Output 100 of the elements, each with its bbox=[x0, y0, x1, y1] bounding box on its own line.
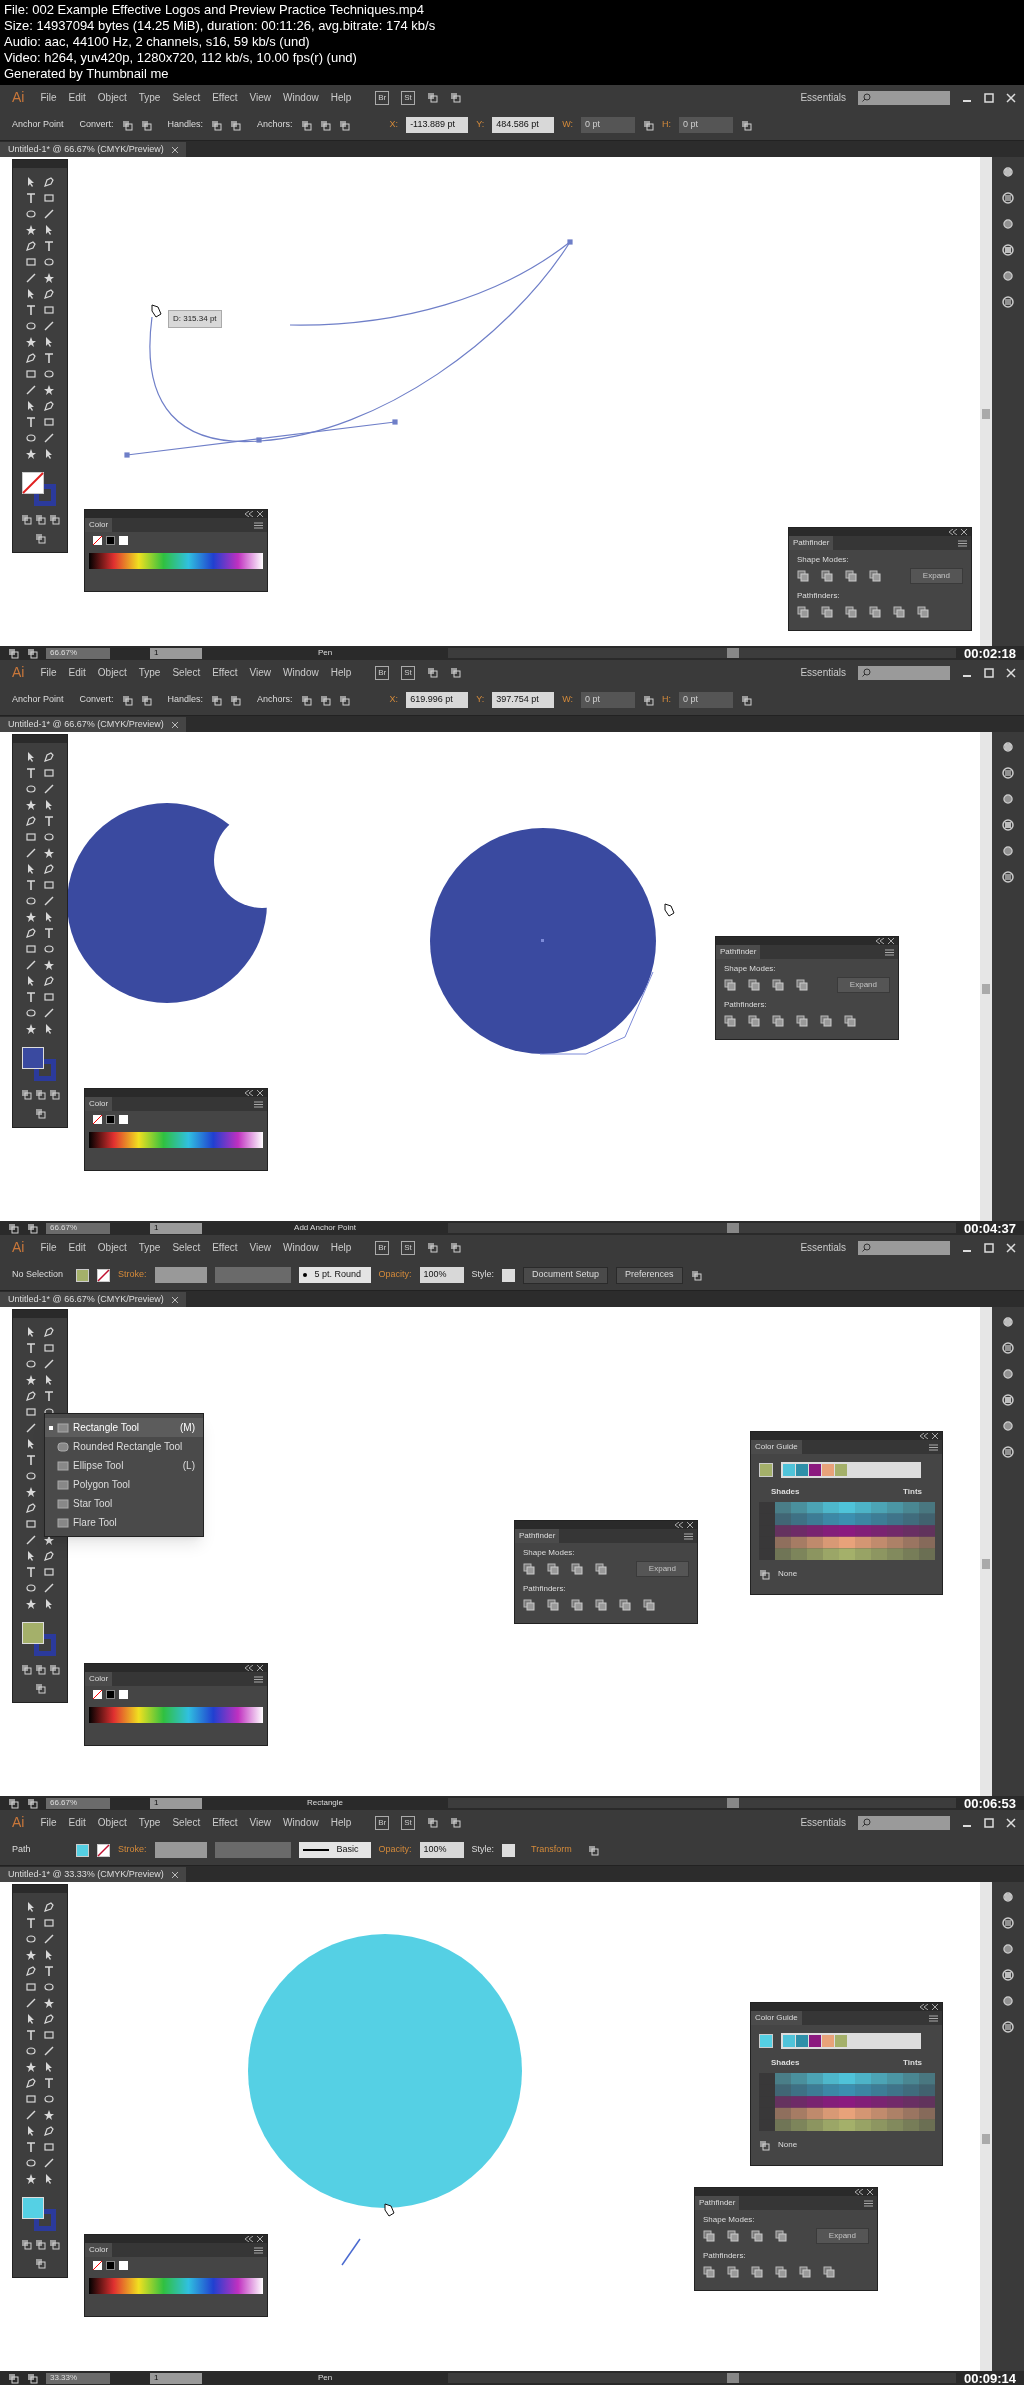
tool-icon[interactable] bbox=[25, 1470, 37, 1482]
mode-icon[interactable] bbox=[48, 1089, 60, 1100]
panel-icon[interactable] bbox=[1001, 1315, 1015, 1329]
none-swatch[interactable] bbox=[93, 536, 102, 545]
document-tab[interactable]: Untitled-1* @ 66.67% (CMYK/Preview) bbox=[0, 1292, 186, 1307]
tool-icon[interactable] bbox=[43, 384, 55, 396]
handle-icon[interactable] bbox=[230, 119, 242, 131]
search-field[interactable] bbox=[858, 90, 950, 105]
pathfinder-icon[interactable] bbox=[703, 2230, 715, 2242]
pathfinder-icon[interactable] bbox=[571, 1599, 583, 1611]
close-icon[interactable] bbox=[687, 1522, 693, 1528]
stroke-swatch[interactable] bbox=[34, 484, 56, 506]
document-tab[interactable]: Untitled-1* @ 66.67% (CMYK/Preview) bbox=[0, 142, 186, 157]
panel-icon[interactable] bbox=[1001, 792, 1015, 806]
tool-icon[interactable] bbox=[25, 751, 37, 763]
pathfinder-icon[interactable] bbox=[727, 2266, 739, 2278]
expand-button[interactable]: Expand bbox=[836, 977, 890, 993]
menu-item[interactable]: Help bbox=[330, 90, 352, 105]
menu-item[interactable]: Object bbox=[97, 90, 127, 105]
panel-tab[interactable]: Pathfinder bbox=[695, 2196, 740, 2210]
tool-icon[interactable] bbox=[43, 2029, 55, 2041]
none-swatch[interactable] bbox=[93, 2261, 102, 2270]
pathfinder-icon[interactable] bbox=[523, 1599, 535, 1611]
pathfinder-icon[interactable] bbox=[823, 2266, 835, 2278]
tool-icon[interactable] bbox=[25, 911, 37, 923]
search-field[interactable] bbox=[858, 665, 950, 680]
tool-icon[interactable] bbox=[25, 2029, 37, 2041]
menu-item[interactable]: Edit bbox=[68, 665, 86, 680]
share-icon[interactable] bbox=[27, 647, 38, 659]
zoom-field[interactable]: 66.67% bbox=[46, 647, 110, 659]
tool-icon[interactable] bbox=[43, 2141, 55, 2153]
opacity-field[interactable]: 100% bbox=[419, 1267, 464, 1283]
tool-icon[interactable] bbox=[43, 1981, 55, 1993]
tool-icon[interactable] bbox=[25, 240, 37, 252]
flyout-item[interactable]: Star Tool bbox=[45, 1494, 203, 1513]
sync-icon[interactable] bbox=[449, 1242, 461, 1253]
arrange-documents-icon[interactable] bbox=[426, 667, 438, 678]
tool-icon[interactable] bbox=[25, 1901, 37, 1913]
menu-item[interactable]: View bbox=[249, 665, 272, 680]
horizontal-scrollbar[interactable] bbox=[448, 2373, 956, 2383]
stock-button[interactable]: St bbox=[401, 90, 415, 105]
tool-icon[interactable] bbox=[25, 1502, 37, 1514]
tool-icon[interactable] bbox=[25, 2077, 37, 2089]
tool-icon[interactable] bbox=[43, 1550, 55, 1562]
menu-item[interactable]: Edit bbox=[68, 1815, 86, 1830]
menu-item[interactable]: Select bbox=[172, 665, 201, 680]
anchor-icon[interactable] bbox=[319, 119, 331, 131]
pathfinder-icon[interactable] bbox=[703, 2266, 715, 2278]
menu-item[interactable]: View bbox=[249, 90, 272, 105]
pathfinder-icon[interactable] bbox=[748, 979, 760, 991]
tool-icon[interactable] bbox=[43, 895, 55, 907]
handle-icon[interactable] bbox=[211, 694, 223, 706]
tool-icon[interactable] bbox=[43, 879, 55, 891]
tool-icon[interactable] bbox=[43, 352, 55, 364]
collapse-icon[interactable] bbox=[920, 1433, 928, 1439]
collapse-icon[interactable] bbox=[245, 2236, 253, 2242]
tool-icon[interactable] bbox=[43, 975, 55, 987]
zoom-field[interactable]: 33.33% bbox=[46, 2372, 110, 2384]
panel-tab[interactable]: Color Guide bbox=[751, 1440, 802, 1454]
horizontal-scrollbar[interactable] bbox=[448, 1798, 956, 1808]
pathfinder-icon[interactable] bbox=[821, 570, 833, 582]
default-swatch[interactable] bbox=[106, 1690, 115, 1699]
panel-icon[interactable] bbox=[1001, 1419, 1015, 1433]
tool-icon[interactable] bbox=[25, 1582, 37, 1594]
mode-icon[interactable] bbox=[20, 1089, 32, 1100]
tool-icon[interactable] bbox=[25, 943, 37, 955]
expand-button[interactable]: Expand bbox=[635, 1561, 689, 1577]
swatch[interactable] bbox=[119, 536, 128, 545]
sync-icon[interactable] bbox=[449, 1817, 461, 1828]
toolbar-button[interactable]: Document Setup bbox=[523, 1266, 609, 1284]
tool-icon[interactable] bbox=[43, 288, 55, 300]
close-icon[interactable] bbox=[171, 1871, 178, 1878]
transform-link[interactable]: Transform bbox=[523, 1843, 580, 1857]
tool-icon[interactable] bbox=[25, 1965, 37, 1977]
tool-icon[interactable] bbox=[25, 320, 37, 332]
shades-label[interactable]: Shades bbox=[771, 1486, 800, 1498]
menu-item[interactable]: Window bbox=[283, 1240, 319, 1255]
menu-item[interactable]: Help bbox=[330, 1815, 352, 1830]
pathfinder-icon[interactable] bbox=[869, 570, 881, 582]
panel-icon[interactable] bbox=[1001, 191, 1015, 205]
tool-icon[interactable] bbox=[43, 256, 55, 268]
tool-icon[interactable] bbox=[25, 1550, 37, 1562]
scroll-thumb[interactable] bbox=[982, 1559, 990, 1569]
tool-icon[interactable] bbox=[43, 192, 55, 204]
menu-icon[interactable] bbox=[254, 521, 263, 529]
panel-icon[interactable] bbox=[1001, 766, 1015, 780]
workspace-switcher[interactable]: Essentials bbox=[800, 665, 846, 680]
document-tab[interactable]: Untitled-1* @ 33.33% (CMYK/Preview) bbox=[0, 1867, 186, 1882]
mode-icon[interactable] bbox=[20, 2239, 32, 2250]
pathfinder-icon[interactable] bbox=[844, 1015, 856, 1027]
tool-icon[interactable] bbox=[43, 2125, 55, 2137]
harmony-strip[interactable] bbox=[781, 2033, 921, 2049]
menu-item[interactable]: Select bbox=[172, 1240, 201, 1255]
tool-icon[interactable] bbox=[25, 384, 37, 396]
menu-item[interactable]: View bbox=[249, 1815, 272, 1830]
panel-icon[interactable] bbox=[1001, 269, 1015, 283]
tool-icon[interactable] bbox=[25, 2125, 37, 2137]
menu-icon[interactable] bbox=[929, 1443, 938, 1451]
collapse-icon[interactable] bbox=[245, 511, 253, 517]
spectrum-bar[interactable] bbox=[89, 1707, 263, 1723]
